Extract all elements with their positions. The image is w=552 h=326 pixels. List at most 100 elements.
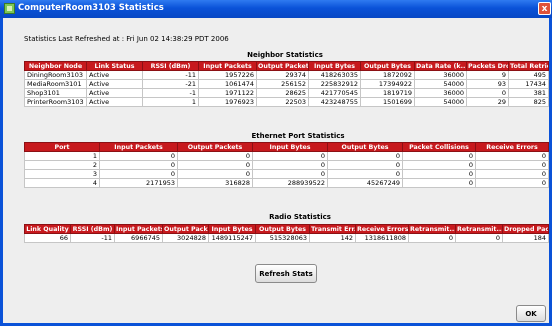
table-cell: 0 <box>466 88 509 98</box>
table-header-row: Link Quality RSSI (dBm) Input Packets Outpu… <box>24 224 549 234</box>
table-cell: 1061474 <box>198 79 257 89</box>
table-header-row: Port Input Packets Output Packets Input Byt… <box>24 142 549 152</box>
table-cell: -11 <box>70 233 115 243</box>
table-row[interactable]: 4 2171953 316828 288939522 45267249 0 0 <box>24 178 549 188</box>
column-header[interactable]: Output Packets <box>256 61 309 71</box>
table-cell: 423248755 <box>308 97 361 107</box>
table-cell: 2 <box>24 160 100 170</box>
table-cell: 256152 <box>256 79 309 89</box>
column-header[interactable]: Input Bytes <box>308 61 361 71</box>
table-cell: 3024828 <box>162 233 209 243</box>
window-border-left <box>0 18 3 326</box>
table-cell: Active <box>86 70 143 80</box>
table-cell: 0 <box>475 160 549 170</box>
table-cell: 1318611808 <box>355 233 409 243</box>
table-row[interactable]: DiningRoom3103 Active -11 1957226 29374 41826… <box>24 70 549 80</box>
table-cell: 0 <box>402 160 476 170</box>
column-header[interactable]: RSSI (dBm) <box>70 224 115 234</box>
table-cell: 29 <box>466 97 509 107</box>
last-refreshed-label: Statistics Last Refreshed at : Fri Jun 0… <box>24 35 229 43</box>
radio-stats-title: Radio Statistics <box>269 213 331 221</box>
table-cell: 0 <box>408 233 456 243</box>
table-cell: 54000 <box>414 97 467 107</box>
table-cell: 45267249 <box>327 178 403 188</box>
column-header[interactable]: Transmit Err... <box>309 224 356 234</box>
column-header[interactable]: Packet Collisions <box>402 142 476 152</box>
column-header[interactable]: Input Bytes <box>252 142 328 152</box>
table-cell: 0 <box>475 169 549 179</box>
column-header[interactable]: Output Bytes <box>327 142 403 152</box>
ok-button[interactable]: OK <box>516 305 546 322</box>
radio-stats-table: Link Quality RSSI (dBm) Input Packets Outpu… <box>24 224 549 243</box>
ethernet-stats-table: Port Input Packets Output Packets Input Byt… <box>24 142 549 188</box>
table-cell: 17434 <box>508 79 549 89</box>
table-cell: Active <box>86 79 143 89</box>
table-cell: 0 <box>252 169 328 179</box>
table-cell: 93 <box>466 79 509 89</box>
table-cell: 0 <box>475 178 549 188</box>
column-header[interactable]: Neighbor Node <box>24 61 87 71</box>
column-header[interactable]: Output Bytes <box>255 224 310 234</box>
table-cell: 4 <box>24 178 100 188</box>
refresh-stats-button[interactable]: Refresh Stats <box>255 264 317 283</box>
table-cell: 0 <box>455 233 503 243</box>
column-header[interactable]: Retransmit... <box>455 224 503 234</box>
table-cell: 66 <box>24 233 71 243</box>
table-row[interactable]: 1000000 <box>24 151 549 161</box>
table-cell: 3 <box>24 169 100 179</box>
table-cell: -21 <box>142 79 199 89</box>
table-row[interactable]: PrinterRoom3103 Active 1 1976923 22503 423248… <box>24 97 549 107</box>
table-cell: 316828 <box>177 178 253 188</box>
table-cell: 0 <box>99 151 178 161</box>
close-button[interactable]: x <box>538 2 551 15</box>
table-cell: 0 <box>99 160 178 170</box>
table-row[interactable]: MediaRoom3101 Active -21 1061474 256152 22583… <box>24 79 549 89</box>
table-cell: 0 <box>327 151 403 161</box>
column-header[interactable]: Output Bytes <box>360 61 415 71</box>
table-cell: 1976923 <box>198 97 257 107</box>
column-header[interactable]: Data Rate (k... <box>414 61 467 71</box>
column-header[interactable]: Input Packets <box>198 61 257 71</box>
column-header[interactable]: Link Status <box>86 61 143 71</box>
column-header[interactable]: Receive Errors <box>475 142 549 152</box>
column-header[interactable]: Input Packets <box>99 142 178 152</box>
table-row[interactable]: 3000000 <box>24 169 549 179</box>
table-cell: 825 <box>508 97 549 107</box>
column-header[interactable]: Port <box>24 142 100 152</box>
column-header[interactable]: Total Retries <box>508 61 549 71</box>
column-header[interactable]: Packets Drop... <box>466 61 509 71</box>
table-cell: -1 <box>142 88 199 98</box>
table-cell: 1 <box>142 97 199 107</box>
table-cell: 1501699 <box>360 97 415 107</box>
title-bar[interactable]: ComputerRoom3103 Statistics x <box>0 0 552 18</box>
table-cell: 0 <box>402 178 476 188</box>
table-cell: 184 <box>502 233 549 243</box>
column-header[interactable]: Receive Errors <box>355 224 409 234</box>
table-cell: 1957226 <box>198 70 257 80</box>
table-cell: 36000 <box>414 88 467 98</box>
table-cell: Shop3101 <box>24 88 87 98</box>
column-header[interactable]: Retransmit... <box>408 224 456 234</box>
table-cell: 495 <box>508 70 549 80</box>
table-cell: 0 <box>475 151 549 161</box>
column-header[interactable]: Input Packets <box>114 224 163 234</box>
table-row[interactable]: Shop3101 Active -1 1971122 28625 421770545 181… <box>24 88 549 98</box>
table-row[interactable]: 66 -11 6966745 3024828 1489115247 515328063 14… <box>24 233 549 243</box>
table-cell: 418263035 <box>308 70 361 80</box>
table-cell: 17394922 <box>360 79 415 89</box>
column-header[interactable]: Output Packets <box>177 142 253 152</box>
table-cell: 2171953 <box>99 178 178 188</box>
table-cell: 6966745 <box>114 233 163 243</box>
column-header[interactable]: Input Bytes <box>208 224 256 234</box>
table-cell: -11 <box>142 70 199 80</box>
column-header[interactable]: Link Quality <box>24 224 71 234</box>
table-cell: 1819719 <box>360 88 415 98</box>
table-cell: 421770545 <box>308 88 361 98</box>
table-cell: MediaRoom3101 <box>24 79 87 89</box>
column-header[interactable]: Dropped Pac... <box>502 224 549 234</box>
table-cell: 1489115247 <box>208 233 256 243</box>
column-header[interactable]: Output Pack... <box>162 224 209 234</box>
table-row[interactable]: 2000000 <box>24 160 549 170</box>
table-cell: 381 <box>508 88 549 98</box>
column-header[interactable]: RSSI (dBm) <box>142 61 199 71</box>
